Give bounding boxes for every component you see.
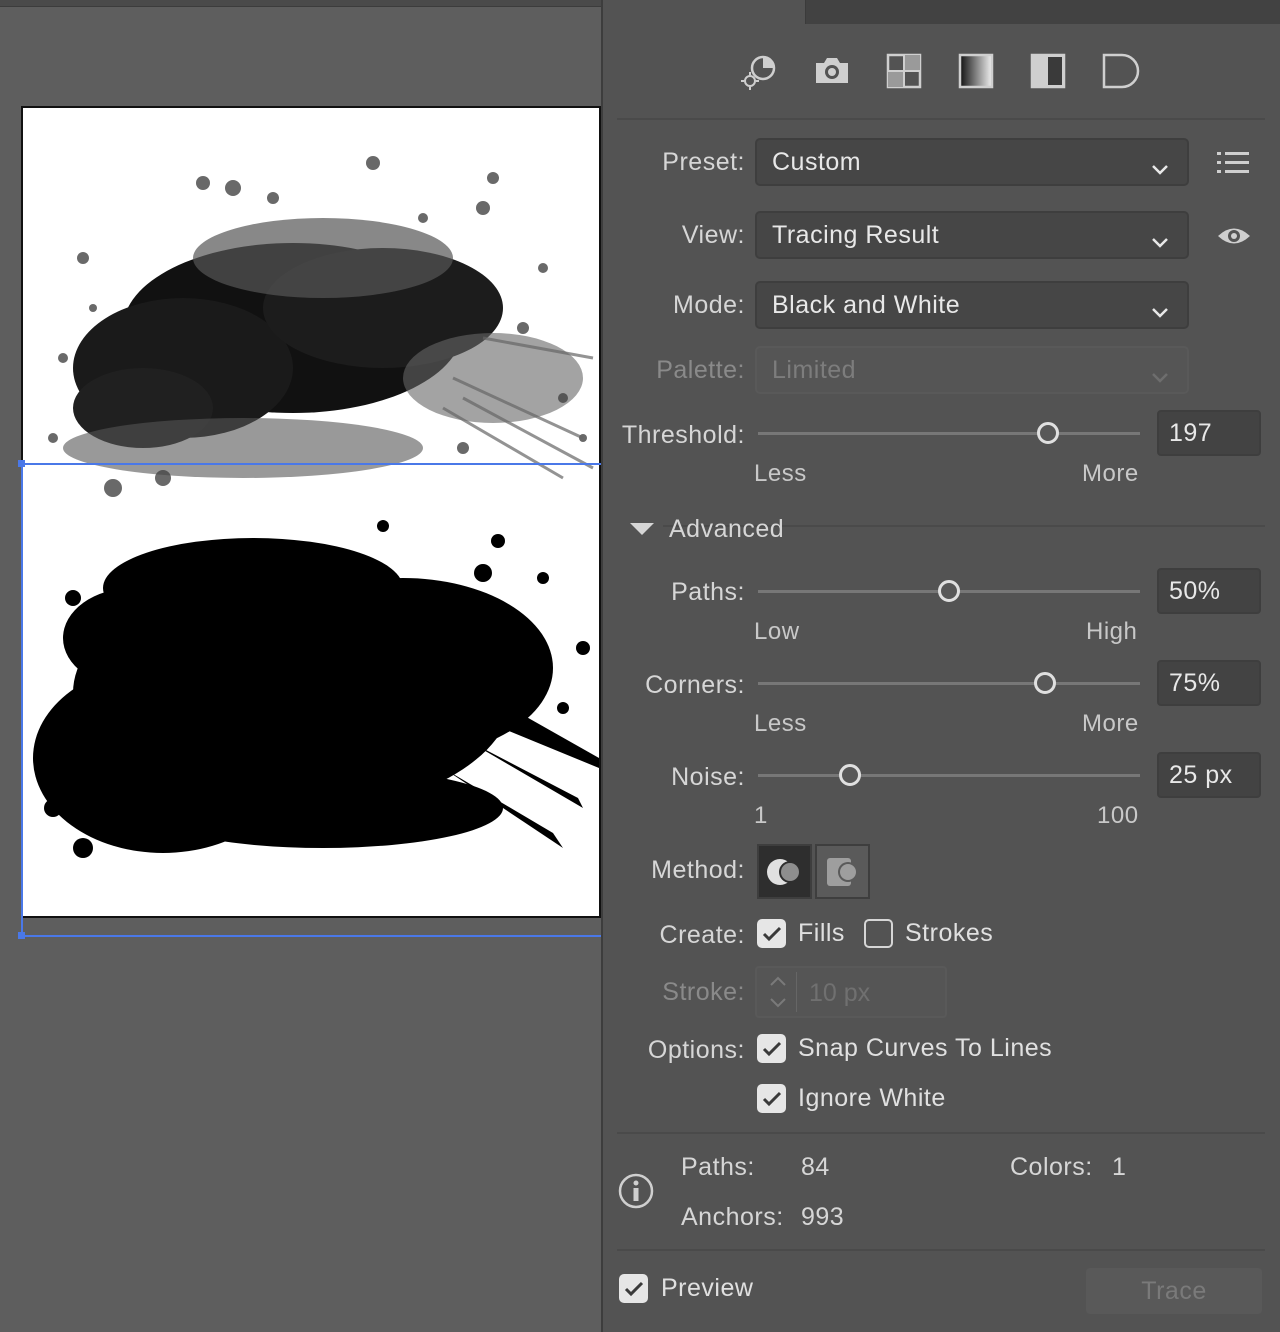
overlapping-method-icon xyxy=(826,857,858,886)
stroke-value: 10 px xyxy=(809,979,871,1007)
splatter-artwork xyxy=(33,156,599,858)
checkmark-icon xyxy=(762,1041,781,1056)
auto-color-icon[interactable] xyxy=(737,48,783,94)
corners-field[interactable]: 75% xyxy=(1157,660,1261,706)
grayscale-icon[interactable] xyxy=(953,48,999,94)
corners-min-label: Less xyxy=(754,710,807,737)
method-abutting-button[interactable] xyxy=(757,844,812,899)
chevron-down-icon xyxy=(1151,227,1169,256)
checkmark-icon xyxy=(762,926,781,941)
threshold-min-label: Less xyxy=(754,460,807,487)
stats-anchors-label: Anchors: xyxy=(681,1203,784,1231)
checkmark-icon xyxy=(624,1281,643,1296)
paths-slider-thumb[interactable] xyxy=(938,580,960,602)
stats-paths-value: 84 xyxy=(801,1153,830,1181)
view-value: Tracing Result xyxy=(772,220,940,249)
abutting-method-icon xyxy=(766,858,801,885)
ignore-white-label: Ignore White xyxy=(798,1084,946,1112)
selection-left-edge xyxy=(21,463,23,937)
advanced-label: Advanced xyxy=(669,514,785,543)
stepper-arrows-icon xyxy=(770,972,797,1012)
info-icon xyxy=(613,1168,659,1214)
document-tab-bar xyxy=(0,0,602,7)
mode-label: Mode: xyxy=(673,291,745,319)
options-label: Options: xyxy=(647,1036,745,1064)
preset-dropdown[interactable]: Custom xyxy=(755,138,1189,186)
trace-button[interactable]: Trace xyxy=(1086,1268,1262,1314)
threshold-slider[interactable] xyxy=(758,422,1140,444)
noise-label: Noise: xyxy=(671,763,745,791)
noise-max-label: 100 xyxy=(1097,802,1139,829)
stats-anchors-value: 993 xyxy=(801,1203,845,1231)
advanced-toggle[interactable]: Advanced xyxy=(629,512,784,546)
preview-label: Preview xyxy=(661,1274,754,1302)
high-color-icon[interactable] xyxy=(809,48,855,94)
corners-slider-thumb[interactable] xyxy=(1033,672,1056,694)
checkmark-icon xyxy=(762,1091,781,1106)
paths-min-label: Low xyxy=(754,618,800,645)
palette-label: Palette: xyxy=(656,356,745,384)
selection-top-edge xyxy=(21,463,601,465)
preset-icons-row xyxy=(603,48,1280,98)
method-label: Method: xyxy=(651,856,745,884)
paths-label: Paths: xyxy=(671,578,745,606)
presets-menu-icon[interactable] xyxy=(1211,140,1257,186)
mode-dropdown[interactable]: Black and White xyxy=(755,281,1189,329)
strokes-checkbox[interactable] xyxy=(864,919,893,948)
eye-icon[interactable] xyxy=(1211,213,1257,259)
paths-slider[interactable] xyxy=(758,580,1140,602)
black-and-white-icon[interactable] xyxy=(1025,48,1071,94)
chevron-down-icon xyxy=(1151,362,1169,391)
create-label: Create: xyxy=(659,921,745,949)
image-trace-panel: Preset: Custom View: Tracing Result Mode… xyxy=(601,0,1280,1332)
stroke-label: Stroke: xyxy=(662,978,745,1006)
corners-slider[interactable] xyxy=(758,672,1140,694)
palette-dropdown: Limited xyxy=(755,346,1189,394)
ignore-white-checkbox[interactable] xyxy=(757,1084,786,1113)
chevron-down-icon xyxy=(1151,297,1169,326)
stroke-stepper: 10 px xyxy=(755,966,947,1018)
divider xyxy=(617,1249,1265,1251)
corners-label: Corners: xyxy=(645,671,745,699)
preset-value: Custom xyxy=(772,147,862,176)
mode-value: Black and White xyxy=(772,290,961,319)
view-label: View: xyxy=(681,221,745,249)
low-color-icon[interactable] xyxy=(881,48,927,94)
view-dropdown[interactable]: Tracing Result xyxy=(755,211,1189,259)
noise-slider[interactable] xyxy=(758,764,1140,786)
selection-bottom-edge xyxy=(21,935,601,937)
stats-paths-label: Paths: xyxy=(681,1153,755,1181)
noise-field[interactable]: 25 px xyxy=(1157,752,1261,798)
selection-handle-bottom-left[interactable] xyxy=(18,932,25,939)
disclosure-triangle-icon xyxy=(630,523,654,535)
outline-icon[interactable] xyxy=(1097,48,1143,94)
panel-tab-image-trace[interactable] xyxy=(603,0,806,24)
paths-max-label: High xyxy=(1086,618,1138,645)
panel-tab-strip xyxy=(603,0,1280,24)
noise-min-label: 1 xyxy=(754,802,768,829)
threshold-max-label: More xyxy=(1082,460,1139,487)
strokes-label: Strokes xyxy=(905,919,994,947)
stats-colors-value: 1 xyxy=(1112,1153,1127,1181)
threshold-label: Threshold: xyxy=(621,421,745,449)
corners-max-label: More xyxy=(1082,710,1139,737)
selection-handle-top-left[interactable] xyxy=(18,460,25,467)
fills-label: Fills xyxy=(798,919,845,947)
stats-colors-label: Colors: xyxy=(1010,1153,1093,1181)
paths-field[interactable]: 50% xyxy=(1157,568,1261,614)
preset-label: Preset: xyxy=(662,148,745,176)
snap-curves-label: Snap Curves To Lines xyxy=(798,1034,1053,1062)
divider xyxy=(617,1132,1265,1134)
artboard xyxy=(21,106,601,918)
method-overlapping-button[interactable] xyxy=(815,844,870,899)
threshold-field[interactable]: 197 xyxy=(1157,410,1261,456)
preview-checkbox[interactable] xyxy=(619,1274,648,1303)
divider xyxy=(617,118,1265,120)
fills-checkbox[interactable] xyxy=(757,919,786,948)
threshold-slider-thumb[interactable] xyxy=(1037,422,1060,444)
snap-curves-checkbox[interactable] xyxy=(757,1034,786,1063)
noise-slider-thumb[interactable] xyxy=(838,764,861,786)
chevron-down-icon xyxy=(1151,154,1169,183)
palette-value: Limited xyxy=(772,355,857,384)
